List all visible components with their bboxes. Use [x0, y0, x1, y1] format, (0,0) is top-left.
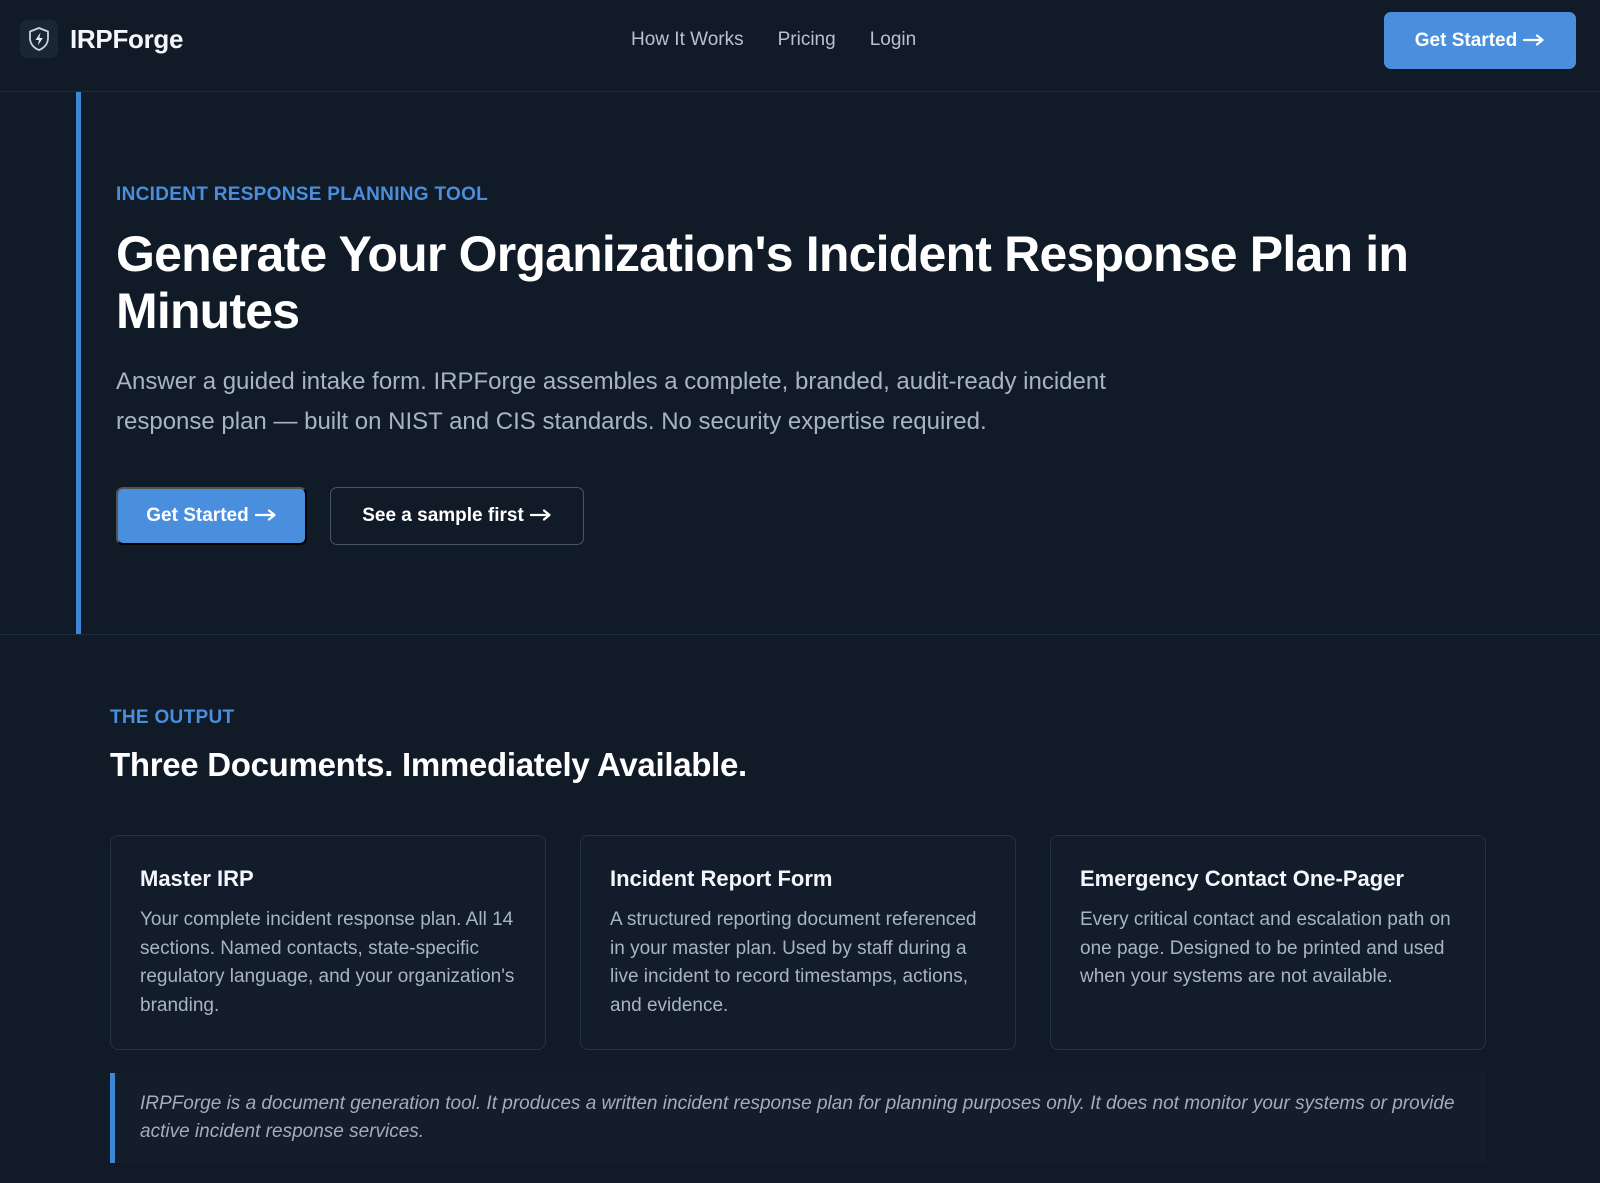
brand-logo-link[interactable]: IRPForge	[20, 20, 183, 58]
header-get-started-label: Get Started	[1414, 29, 1518, 51]
hero-get-started-label: Get Started	[146, 505, 249, 526]
nav-link-login[interactable]: Login	[870, 28, 917, 52]
output-title: Three Documents. Immediately Available.	[110, 746, 747, 783]
arrow-right-icon	[1523, 30, 1545, 52]
card-description: Your complete incident response plan. Al…	[140, 909, 515, 1016]
hero-accent-rule	[76, 92, 81, 635]
section-divider	[0, 634, 1600, 635]
see-sample-label: See a sample first	[362, 505, 524, 526]
card-title: Incident Report Form	[610, 866, 833, 891]
card-emergency-contact: Emergency Contact One-Pager Every critic…	[1050, 835, 1486, 1050]
disclaimer-notice: IRPForge is a document generation tool. …	[110, 1073, 1486, 1163]
nav-link-pricing[interactable]: Pricing	[778, 28, 836, 52]
output-eyebrow: THE OUTPUT	[110, 707, 235, 728]
hero-eyebrow: INCIDENT RESPONSE PLANNING TOOL	[116, 184, 489, 205]
card-description: A structured reporting document referenc…	[610, 909, 977, 1016]
main-nav: How It Works Pricing Login	[631, 28, 916, 52]
see-sample-button[interactable]: See a sample first	[330, 487, 584, 545]
hero-get-started-button[interactable]: Get Started	[116, 487, 307, 545]
card-description: Every critical contact and escalation pa…	[1080, 909, 1451, 987]
top-navigation-bar: IRPForge How It Works Pricing Login Get …	[0, 0, 1600, 92]
hero-subtitle: Answer a guided intake form. IRPForge as…	[116, 368, 1106, 435]
disclaimer-text: IRPForge is a document generation tool. …	[140, 1093, 1455, 1142]
nav-link-how-it-works[interactable]: How It Works	[631, 28, 744, 52]
card-title: Emergency Contact One-Pager	[1080, 866, 1404, 891]
card-master-irp: Master IRP Your complete incident respon…	[110, 835, 546, 1050]
arrow-right-icon	[254, 505, 277, 527]
card-title: Master IRP	[140, 866, 254, 891]
arrow-right-icon	[529, 505, 552, 527]
brand-name: IRPForge	[70, 23, 184, 54]
header-get-started-button[interactable]: Get Started	[1384, 12, 1576, 69]
shield-bolt-icon	[20, 20, 58, 58]
hero-title: Generate Your Organization's Incident Re…	[116, 226, 1409, 339]
card-incident-report-form: Incident Report Form A structured report…	[580, 835, 1016, 1050]
